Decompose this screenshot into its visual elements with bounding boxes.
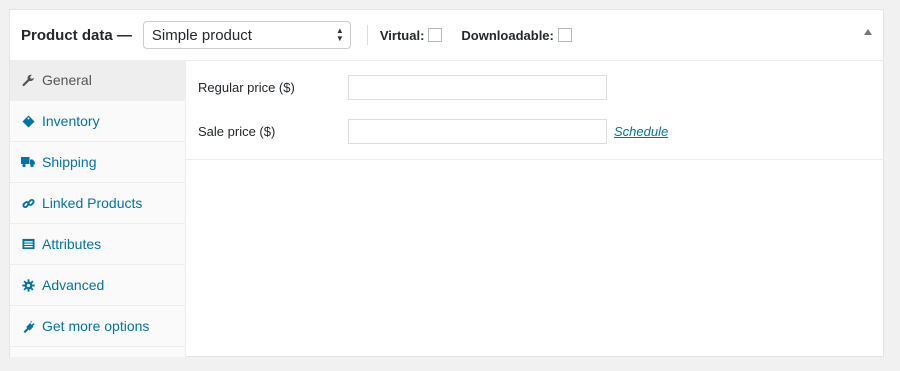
link-icon bbox=[21, 196, 35, 210]
tab-general[interactable]: General bbox=[10, 60, 185, 101]
product-type-value: Simple product bbox=[151, 26, 252, 44]
tab-attributes[interactable]: Attributes bbox=[10, 224, 185, 265]
header-divider bbox=[366, 25, 368, 45]
downloadable-checkbox[interactable] bbox=[557, 28, 572, 42]
regular-price-input[interactable] bbox=[348, 75, 607, 100]
tab-label: Advanced bbox=[42, 277, 105, 293]
sale-price-input[interactable] bbox=[348, 119, 607, 144]
gear-icon bbox=[21, 278, 35, 292]
tab-label: Get more options bbox=[42, 318, 150, 334]
tab-label: Shipping bbox=[42, 154, 97, 170]
tab-get-more-options[interactable]: Get more options bbox=[10, 306, 185, 347]
product-data-panel: Product data — Simple product ▲ ▼ Virtual… bbox=[9, 9, 884, 357]
panel-title: Product data — bbox=[21, 26, 132, 44]
virtual-label: Virtual: bbox=[379, 27, 425, 43]
downloadable-option[interactable]: Downloadable: bbox=[461, 27, 572, 43]
product-data-tabs: General Inventory Shipping Linked Produc… bbox=[10, 60, 186, 357]
virtual-option[interactable]: Virtual: bbox=[380, 28, 443, 43]
plugin-icon bbox=[21, 319, 35, 333]
virtual-checkbox[interactable] bbox=[428, 28, 443, 42]
regular-price-label: Regular price ($) bbox=[198, 80, 295, 95]
downloadable-label: Downloadable: bbox=[461, 27, 554, 43]
tab-label: Inventory bbox=[42, 113, 100, 129]
select-arrows-icon: ▲ ▼ bbox=[335, 26, 344, 43]
sale-price-label: Sale price ($) bbox=[198, 124, 276, 139]
schedule-link[interactable]: Schedule bbox=[614, 124, 668, 139]
panel-header: Product data — Simple product ▲ ▼ Virtual… bbox=[10, 10, 883, 61]
tab-advanced[interactable]: Advanced bbox=[10, 265, 185, 306]
tab-label: General bbox=[42, 72, 92, 88]
wrench-icon bbox=[21, 73, 35, 87]
list-icon bbox=[21, 237, 35, 251]
product-type-select[interactable]: Simple product ▲ ▼ bbox=[142, 21, 351, 49]
tab-linked-products[interactable]: Linked Products bbox=[10, 183, 185, 224]
collapse-toggle-icon[interactable] bbox=[864, 29, 872, 35]
truck-icon bbox=[21, 155, 35, 169]
tab-label: Attributes bbox=[42, 236, 102, 252]
tag-icon bbox=[21, 114, 35, 128]
tab-shipping[interactable]: Shipping bbox=[10, 142, 185, 183]
tab-inventory[interactable]: Inventory bbox=[10, 101, 185, 142]
general-options-panel: Regular price ($) Sale price ($) Schedul… bbox=[186, 60, 883, 160]
tab-label: Linked Products bbox=[42, 195, 143, 211]
